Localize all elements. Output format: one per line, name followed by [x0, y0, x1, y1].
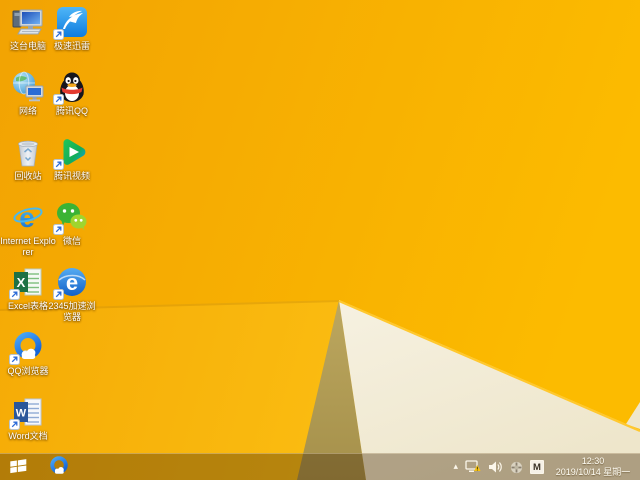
network-status-icon[interactable]: [465, 460, 481, 474]
tencent-video-icon: [53, 135, 89, 170]
taskbar-qq-browser-button[interactable]: [42, 454, 76, 480]
system-tray: ▴ M 12:30 2019/10/14 星期一: [453, 454, 640, 480]
icon-label: 2345加速浏览器: [48, 301, 96, 322]
svg-text:e: e: [66, 270, 78, 295]
internet-explorer-icon: e: [11, 200, 45, 234]
clock-time: 12:30: [581, 455, 605, 466]
recycle-bin-icon: [11, 135, 45, 169]
volume-icon[interactable]: [488, 461, 503, 473]
shortcut-arrow-icon: [9, 354, 20, 365]
tray-clock[interactable]: 12:30 2019/10/14 星期一: [551, 456, 635, 479]
network-icon: [11, 70, 45, 104]
desktop-icon-2345-browser[interactable]: e 2345加速浏览器: [43, 265, 101, 323]
icon-label: Word文档: [8, 431, 48, 441]
shortcut-arrow-icon: [53, 29, 64, 40]
icon-label: 微信: [62, 236, 81, 246]
this-pc-icon: [11, 5, 45, 39]
desktop-icon-tencent-video[interactable]: 腾讯视频: [43, 135, 101, 182]
shortcut-arrow-icon: [53, 159, 64, 170]
tray-app-icon[interactable]: [510, 461, 523, 474]
2345-browser-icon: e: [53, 265, 89, 300]
icon-label: 腾讯QQ: [55, 106, 88, 116]
shortcut-arrow-icon: [53, 289, 64, 300]
desktop-icon-qq-browser[interactable]: QQ浏览器: [0, 330, 57, 377]
desktop-icon-thunder[interactable]: 极速迅雷: [43, 5, 101, 52]
desktop-icon-word[interactable]: W Word文档: [0, 395, 57, 442]
start-button[interactable]: [0, 454, 36, 480]
desktop-icon-tencent-qq[interactable]: 腾讯QQ: [43, 70, 101, 117]
tencent-qq-icon: [53, 70, 89, 105]
shortcut-arrow-icon: [9, 289, 20, 300]
icon-label: 腾讯视频: [53, 171, 90, 181]
word-icon: W: [9, 395, 45, 430]
icon-label: QQ浏览器: [7, 366, 49, 376]
svg-text:W: W: [16, 408, 27, 420]
shortcut-arrow-icon: [9, 419, 20, 430]
qq-browser-icon: [9, 330, 45, 365]
tray-expand-icon[interactable]: ▴: [453, 461, 458, 471]
taskbar: ▴ M 12:30 2019/10/14 星期一: [0, 453, 640, 480]
shortcut-arrow-icon: [53, 94, 64, 105]
ime-indicator[interactable]: M: [530, 460, 544, 474]
icon-label: 极速迅雷: [53, 41, 90, 51]
shortcut-arrow-icon: [53, 224, 64, 235]
svg-text:e: e: [19, 202, 35, 233]
windows-logo-icon: [8, 456, 28, 479]
thunder-icon: [53, 5, 89, 40]
wechat-icon: [53, 200, 89, 235]
qq-browser-icon: [48, 455, 70, 480]
clock-date: 2019/10/14 星期一: [555, 467, 631, 477]
svg-text:X: X: [17, 275, 26, 290]
excel-icon: X: [9, 265, 45, 300]
desktop-icon-wechat[interactable]: 微信: [43, 200, 101, 247]
